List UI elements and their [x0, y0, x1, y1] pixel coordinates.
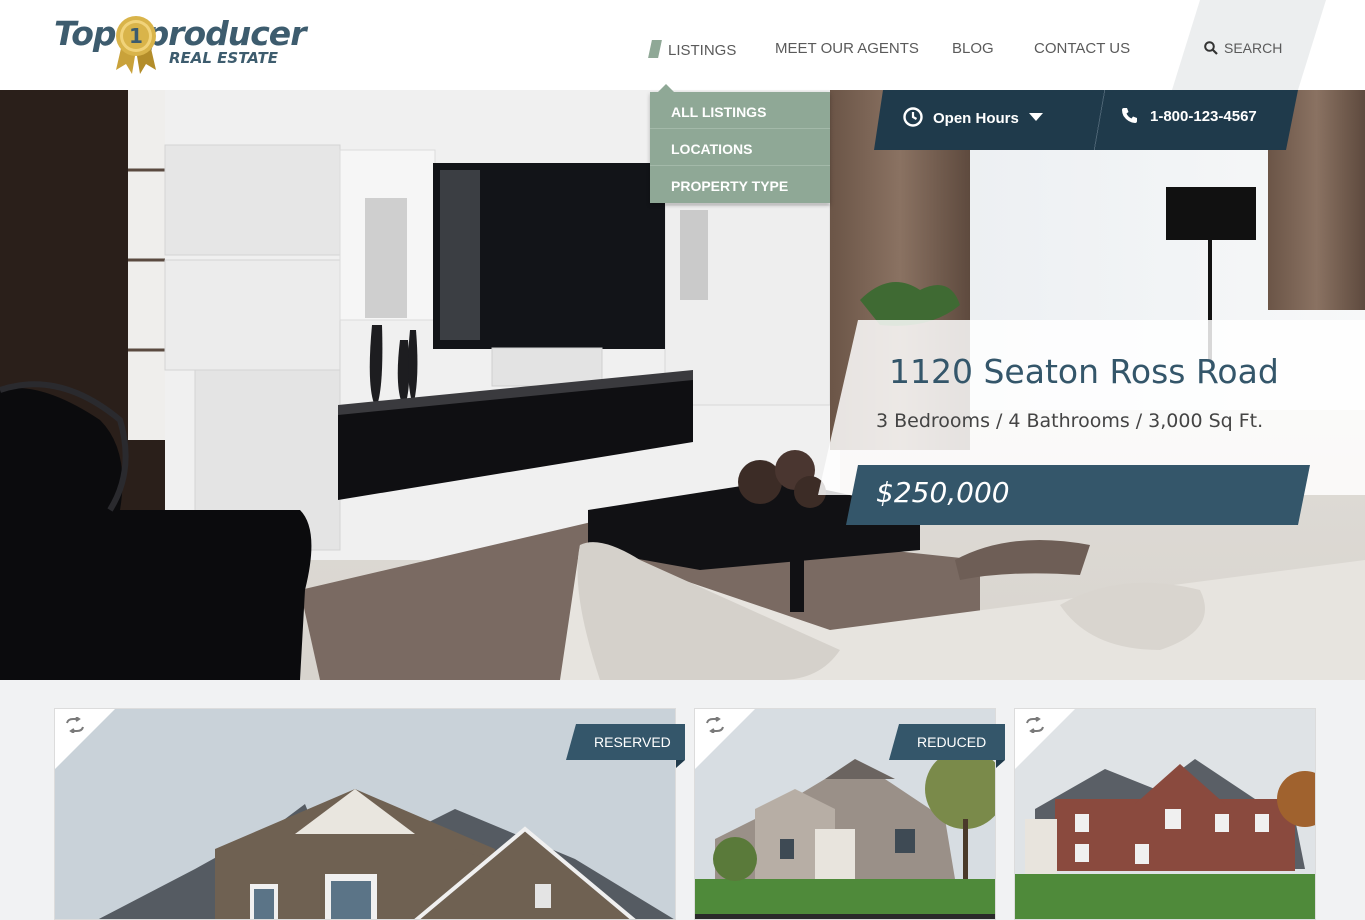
active-marker — [648, 40, 662, 58]
logo[interactable]: Top producer 1 REAL ESTATE — [54, 14, 326, 76]
separator: / — [1135, 410, 1143, 432]
site-header: Top producer 1 REAL ESTATE LISTINGS MEET … — [0, 0, 1365, 90]
swap-icon[interactable] — [1025, 717, 1045, 733]
swap-icon[interactable] — [705, 717, 725, 733]
nav-contact-us[interactable]: CONTACT US — [1034, 40, 1130, 57]
area: 3,000 Sq Ft. — [1148, 410, 1264, 432]
dropdown-locations[interactable]: LOCATIONS — [650, 129, 830, 166]
listing-price: $250,000 — [876, 476, 1010, 509]
search-icon — [1204, 41, 1218, 55]
caret-down-icon — [1028, 113, 1043, 121]
badge-fold — [996, 760, 1005, 768]
nav-listings[interactable]: LISTINGS — [648, 40, 736, 59]
search-button[interactable]: SEARCH — [1204, 40, 1282, 56]
dropdown-all-listings[interactable]: ALL LISTINGS — [650, 92, 830, 129]
separator: / — [995, 410, 1003, 432]
svg-text:1: 1 — [129, 24, 143, 48]
nav-meet-our-agents[interactable]: MEET OUR AGENTS — [775, 40, 919, 57]
phone-icon — [1122, 108, 1137, 123]
swap-icon[interactable] — [65, 717, 85, 733]
badge-fold — [676, 760, 685, 768]
logo-subtitle: REAL ESTATE — [169, 49, 278, 67]
dropdown-property-type[interactable]: PROPERTY TYPE — [650, 166, 830, 203]
status-badge-reduced: REDUCED — [889, 724, 1005, 760]
medal-icon: 1 — [116, 16, 156, 74]
listing-address[interactable]: 1120 Seaton Ross Road — [889, 352, 1279, 391]
logo-wordmark: Top producer — [54, 14, 306, 53]
property-photo — [1015, 709, 1315, 919]
bedrooms: 3 Bedrooms — [876, 410, 990, 432]
bathrooms: 4 Bathrooms — [1008, 410, 1130, 432]
listings-dropdown: ALL LISTINGS LOCATIONS PROPERTY TYPE — [650, 84, 830, 203]
listing-details: 3 Bedrooms/4 Bathrooms/3,000 Sq Ft. — [876, 410, 1263, 432]
property-card[interactable] — [1014, 708, 1316, 920]
clock-icon — [903, 107, 923, 127]
phone-link[interactable]: 1-800-123-4567 — [1121, 107, 1257, 125]
status-badge-reserved: RESERVED — [566, 724, 685, 760]
open-hours-toggle[interactable]: Open Hours — [903, 107, 1043, 127]
nav-blog[interactable]: BLOG — [952, 40, 994, 57]
